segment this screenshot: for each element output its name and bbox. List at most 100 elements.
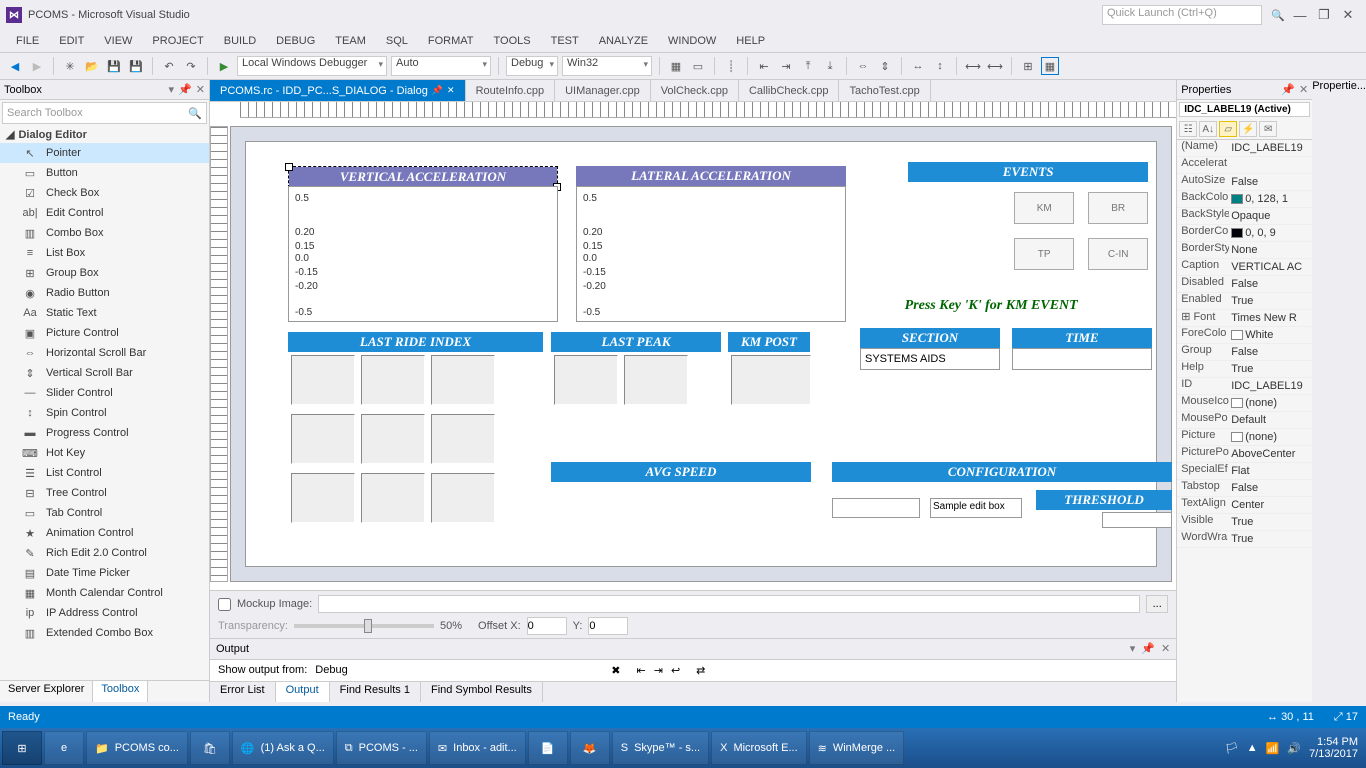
prop-row-backstyle[interactable]: BackStyleOpaque [1177,208,1312,225]
minimize-button[interactable]: — [1288,8,1312,23]
tray-network-icon[interactable]: 📶 [1266,742,1280,755]
prop-row-picturepo[interactable]: PicturePoAboveCenter [1177,446,1312,463]
event-cin-button[interactable]: C-IN [1088,238,1148,270]
toggle-guides-icon[interactable]: ▦ [1041,57,1059,75]
toolbox-item-rich-edit-2-0-control[interactable]: ✎Rich Edit 2.0 Control [0,543,209,563]
menu-debug[interactable]: DEBUG [266,33,325,49]
output-clear-icon[interactable]: ✖ [611,664,620,677]
center-vert-icon[interactable]: ⇕ [876,57,894,75]
toolbox-item-check-box[interactable]: ☑Check Box [0,183,209,203]
taskbar-pcoms-[interactable]: ⧉PCOMS - ... [336,731,427,765]
toolbox-item-edit-control[interactable]: ab|Edit Control [0,203,209,223]
quick-launch-input[interactable]: Quick Launch (Ctrl+Q) [1102,5,1262,25]
toolbox-pin-icon[interactable]: 📌 [178,83,192,96]
prop-row-mousepo[interactable]: MousePoDefault [1177,412,1312,429]
show-output-combo[interactable]: Debug [315,664,595,676]
props-close-icon[interactable]: ✕ [1299,83,1308,96]
toolbox-item-list-box[interactable]: ≡List Box [0,243,209,263]
prop-row-bordersty[interactable]: BorderStyNone [1177,242,1312,259]
save-icon[interactable]: 💾 [105,57,123,75]
props-events-icon[interactable]: ⚡ [1239,121,1257,137]
open-icon[interactable]: 📂 [83,57,101,75]
pin-icon[interactable]: 📌 [432,85,443,96]
prop-row-forecolo[interactable]: ForeColoWhite [1177,327,1312,344]
prop-row-mouseico[interactable]: MouseIco(none) [1177,395,1312,412]
tab-dialog-editor[interactable]: PCOMS.rc - IDD_PC...S_DIALOG - Dialog📌✕ [210,80,466,101]
prop-row-borderco[interactable]: BorderCo0, 0, 9 [1177,225,1312,242]
redo-icon[interactable]: ↷ [182,57,200,75]
props-msg-icon[interactable]: ✉ [1259,121,1277,137]
tray-clock[interactable]: 1:54 PM 7/13/2017 [1309,736,1358,760]
toolbox-item-date-time-picker[interactable]: ▤Date Time Picker [0,563,209,583]
sample-edit-box[interactable]: Sample edit box [930,498,1022,518]
save-all-icon[interactable]: 💾 [127,57,145,75]
menu-tools[interactable]: TOOLS [484,33,541,49]
props-pin-icon[interactable]: 📌 [1281,83,1295,96]
menu-edit[interactable]: EDIT [49,33,94,49]
taskbar--[interactable]: 🛍 [190,731,230,765]
event-br-button[interactable]: BR [1088,192,1148,224]
output-close-icon[interactable]: ✕ [1161,642,1170,655]
new-project-icon[interactable]: ✳ [61,57,79,75]
toolbox-item-extended-combo-box[interactable]: ▥Extended Combo Box [0,623,209,643]
search-icon[interactable]: 🔍 [1268,9,1288,22]
taskbar-inbox-adit-[interactable]: ✉Inbox - adit... [429,731,526,765]
offsetx-input[interactable] [527,617,567,635]
toolbox-item-picture-control[interactable]: ▣Picture Control [0,323,209,343]
toolbox-item-spin-control[interactable]: ↕Spin Control [0,403,209,423]
toolbox-search-input[interactable]: Search Toolbox 🔍 [2,102,207,124]
prop-row--name-[interactable]: (Name)IDC_LABEL19 [1177,140,1312,157]
prop-row-specialef[interactable]: SpecialEfFlat [1177,463,1312,480]
toggle-grid-icon[interactable]: ⊞ [1019,57,1037,75]
platform-combo[interactable]: Win32 [562,56,652,76]
indent-icon[interactable]: ⇤ [637,664,646,677]
tray-flag-icon[interactable]: 🏳 [1225,742,1239,755]
tray-sound-icon[interactable]: 🔊 [1287,742,1301,755]
output-dropdown-icon[interactable]: ▾ [1130,642,1136,655]
toggle-icon[interactable]: ⇄ [696,664,705,677]
taskbar--[interactable]: 🦊 [570,731,610,765]
vertical-accel-title[interactable]: VERTICAL ACCELERATION [289,167,557,187]
config-auto-combo[interactable]: Auto [391,56,491,76]
menu-analyze[interactable]: ANALYZE [589,33,658,49]
close-icon[interactable]: ✕ [447,85,455,96]
debugger-combo[interactable]: Local Windows Debugger [237,56,387,76]
menu-help[interactable]: HELP [726,33,775,49]
prop-row-textalign[interactable]: TextAlignCenter [1177,497,1312,514]
taskbar-microsoft-e-[interactable]: XMicrosoft E... [711,731,807,765]
center-horz-icon[interactable]: ⇔ [854,57,872,75]
event-tp-button[interactable]: TP [1014,238,1074,270]
tab-server-explorer[interactable]: Server Explorer [0,681,93,702]
prop-row-group[interactable]: GroupFalse [1177,344,1312,361]
menu-team[interactable]: TEAM [325,33,376,49]
taskbar-e[interactable]: e [44,731,84,765]
properties-float-tab[interactable]: Propertie... [1312,80,1366,702]
tab-uimanager-cpp[interactable]: UIManager.cpp [555,80,651,101]
prop-row-wordwra[interactable]: WordWraTrue [1177,531,1312,548]
prop-row-accelerat[interactable]: Accelerat [1177,157,1312,174]
tab-find-results-1[interactable]: Find Results 1 [330,682,421,702]
wrap-icon[interactable]: ↩ [671,664,680,677]
props-az-icon[interactable]: A↓ [1199,121,1217,137]
outdent-icon[interactable]: ⇥ [654,664,663,677]
mockup-checkbox[interactable] [218,598,231,611]
taskbar--[interactable]: 📄 [528,731,568,765]
toolbox-item-tab-control[interactable]: ▭Tab Control [0,503,209,523]
tab-output[interactable]: Output [276,682,330,702]
sep-icon[interactable]: ┊ [722,57,740,75]
tray-shield-icon[interactable]: ▲ [1247,742,1258,754]
close-button[interactable]: ✕ [1336,7,1360,23]
toolbox-item-hot-key[interactable]: ⌨Hot Key [0,443,209,463]
prop-row-caption[interactable]: CaptionVERTICAL AC [1177,259,1312,276]
toolbox-item-vertical-scroll-bar[interactable]: ⇕Vertical Scroll Bar [0,363,209,383]
toolbox-item-animation-control[interactable]: ★Animation Control [0,523,209,543]
nav-back-icon[interactable]: ◀ [6,57,24,75]
tab-error-list[interactable]: Error List [210,682,276,702]
toolbox-item-combo-box[interactable]: ▥Combo Box [0,223,209,243]
toolbox-item-tree-control[interactable]: ⊟Tree Control [0,483,209,503]
properties-object-combo[interactable]: IDC_LABEL19 (Active) [1179,102,1310,117]
prop-row-disabled[interactable]: DisabledFalse [1177,276,1312,293]
prop-row-autosize[interactable]: AutoSizeFalse [1177,174,1312,191]
mockup-path-input[interactable] [318,595,1140,613]
event-km-button[interactable]: KM [1014,192,1074,224]
